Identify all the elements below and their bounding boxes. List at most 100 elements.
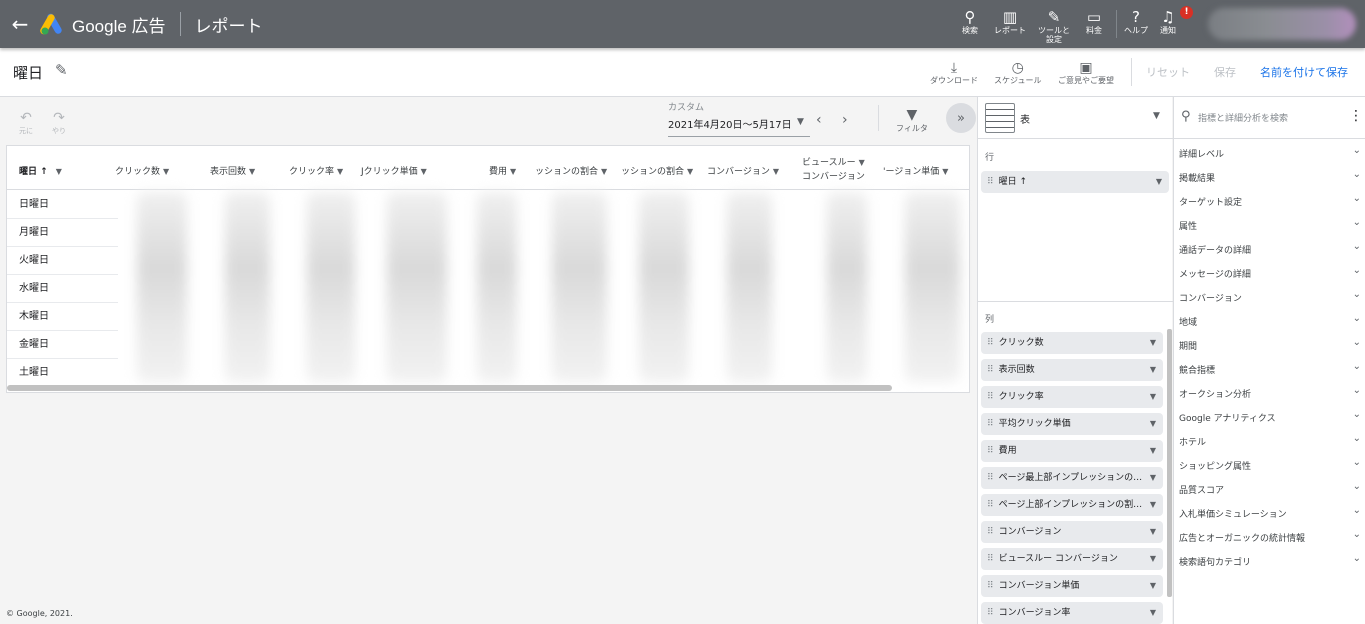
column-chip-label: ページ上部インプレッションの割… <box>998 500 1143 510</box>
drag-handle-icon[interactable]: ⠿ <box>987 392 994 402</box>
column-chip[interactable]: ⠿ コンバージョン ▼ <box>981 521 1163 543</box>
help-button[interactable]: ? ヘルプ <box>1121 0 1151 48</box>
drag-handle-icon[interactable]: ⠿ <box>987 527 994 537</box>
column-header-top-is[interactable]: ッションの割合 ▼ <box>621 164 693 177</box>
date-dropdown-caret-icon[interactable]: ▼ <box>797 117 804 127</box>
metrics-search-input[interactable]: 指標と詳細分析を検索 <box>1198 111 1288 124</box>
reset-button[interactable]: リセット <box>1146 64 1190 80</box>
metric-category[interactable]: 期間 ⌄ <box>1179 337 1361 352</box>
prev-period-chevron-icon[interactable]: ‹ <box>816 112 822 128</box>
filter-funnel-icon: ▼ <box>906 107 918 123</box>
column-header-day[interactable]: 曜日 ↑ ▼ <box>19 164 62 177</box>
metric-category[interactable]: 属性 ⌄ <box>1179 217 1361 232</box>
chevron-down-icon: ⌄ <box>1352 361 1361 372</box>
metric-category[interactable]: 地域 ⌄ <box>1179 313 1361 328</box>
metric-category[interactable]: 詳細レベル ⌄ <box>1179 145 1361 160</box>
notifications-button[interactable]: ♫ 通知 <box>1151 0 1185 48</box>
schedule-button[interactable]: ◷ スケジュール <box>994 60 1041 86</box>
column-header-ctr[interactable]: クリック率 ▼ <box>289 164 343 177</box>
metric-category[interactable]: ショッピング属性 ⌄ <box>1179 457 1361 472</box>
metric-category[interactable]: オークション分析 ⌄ <box>1179 385 1361 400</box>
vertical-scrollbar[interactable] <box>1167 329 1172 597</box>
feedback-button[interactable]: ▣ ご意見やご要望 <box>1058 60 1114 86</box>
column-header-avg-cpc[interactable]: Jクリック単価 ▼ <box>361 164 427 177</box>
column-header-conversions[interactable]: コンバージョン ▼ <box>707 164 779 177</box>
metric-category[interactable]: 品質スコア ⌄ <box>1179 481 1361 496</box>
column-chip[interactable]: ⠿ ページ上部インプレッションの割… ▼ <box>981 494 1163 516</box>
column-chip[interactable]: ⠿ クリック率 ▼ <box>981 386 1163 408</box>
column-chip[interactable]: ⠿ コンバージョン率 ▼ <box>981 602 1163 624</box>
tools-settings-button[interactable]: ✎ ツールと設定 <box>1032 0 1076 48</box>
search-tool-button[interactable]: ⚲ 検索 <box>952 0 988 48</box>
redacted-values <box>137 192 187 382</box>
caret-down-icon: ▼ <box>1149 527 1156 536</box>
redacted-values <box>905 192 960 382</box>
metric-category[interactable]: 競合指標 ⌄ <box>1179 361 1361 376</box>
more-vert-icon[interactable]: ⋮ <box>1349 108 1363 124</box>
metric-category[interactable]: 入札単価シミュレーション ⌄ <box>1179 505 1361 520</box>
column-chip[interactable]: ⠿ 平均クリック単価 ▼ <box>981 413 1163 435</box>
metric-category[interactable]: 検索語句カテゴリ ⌄ <box>1179 553 1361 568</box>
edit-pencil-icon[interactable]: ✎ <box>55 61 68 79</box>
expand-panel-button[interactable]: » <box>946 103 976 133</box>
metric-category[interactable]: 掲載結果 ⌄ <box>1179 169 1361 184</box>
sort-ascending-icon: ↑ <box>40 167 48 177</box>
account-avatar[interactable] <box>1208 8 1356 40</box>
column-header-impressions[interactable]: 表示回数 ▼ <box>210 164 255 177</box>
billing-tool-button[interactable]: ▭ 料金 <box>1076 0 1112 48</box>
undo-button[interactable]: ↶ 元に <box>19 110 33 136</box>
column-header-cost[interactable]: 費用 ▼ <box>489 164 516 177</box>
date-range-select[interactable]: カスタム 2021年4月20日～5月17日 <box>668 100 810 137</box>
metric-category-label: 属性 <box>1179 222 1198 232</box>
column-header-label: 表示回数 <box>210 167 247 177</box>
drag-handle-icon[interactable]: ⠿ <box>987 581 994 591</box>
metric-category[interactable]: ターゲット設定 ⌄ <box>1179 193 1361 208</box>
next-period-chevron-icon[interactable]: › <box>842 112 848 128</box>
redo-button[interactable]: ↷ やり <box>52 110 66 136</box>
tools-settings-label: ツールと設定 <box>1038 26 1070 44</box>
drag-handle-icon[interactable]: ⠿ <box>987 338 994 348</box>
save-button[interactable]: 保存 <box>1214 64 1236 80</box>
reports-tool-button[interactable]: ▥ レポート <box>988 0 1032 48</box>
save-as-button[interactable]: 名前を付けて保存 <box>1260 64 1348 80</box>
metric-category[interactable]: 広告とオーガニックの統計情報 ⌄ <box>1179 529 1361 544</box>
drag-handle-icon[interactable]: ⠿ <box>987 419 994 429</box>
metric-category[interactable]: コンバージョン ⌄ <box>1179 289 1361 304</box>
horizontal-scrollbar[interactable] <box>7 385 892 391</box>
chevron-down-icon: ⌄ <box>1352 505 1361 516</box>
drag-handle-icon[interactable]: ⠿ <box>987 177 994 187</box>
drag-handle-icon[interactable]: ⠿ <box>987 500 994 510</box>
column-chip-label: コンバージョン率 <box>998 608 1071 618</box>
column-chip[interactable]: ⠿ ページ最上部インプレッションの… ▼ <box>981 467 1163 489</box>
redo-icon: ↷ <box>53 110 65 126</box>
filter-button[interactable]: ▼ フィルタ <box>896 107 928 134</box>
column-header-label: クリック率 <box>289 167 335 177</box>
column-chip[interactable]: ⠿ 費用 ▼ <box>981 440 1163 462</box>
metric-category[interactable]: ホテル ⌄ <box>1179 433 1361 448</box>
column-header-clicks[interactable]: クリック数 ▼ <box>115 164 169 177</box>
metric-category[interactable]: Google アナリティクス ⌄ <box>1179 409 1361 424</box>
metric-category[interactable]: 通話データの詳細 ⌄ <box>1179 241 1361 256</box>
drag-handle-icon[interactable]: ⠿ <box>987 554 994 564</box>
row-chip-day[interactable]: ⠿ 曜日 ↑ ▼ <box>981 171 1169 193</box>
column-chip[interactable]: ⠿ 表示回数 ▼ <box>981 359 1163 381</box>
drag-handle-icon[interactable]: ⠿ <box>987 608 994 618</box>
drag-handle-icon[interactable]: ⠿ <box>987 473 994 483</box>
back-arrow-icon[interactable]: ← <box>0 0 40 48</box>
column-header-cost-per-conv[interactable]: 'ージョン単価 ▼ <box>883 164 948 177</box>
drag-handle-icon[interactable]: ⠿ <box>987 446 994 456</box>
column-chip[interactable]: ⠿ クリック数 ▼ <box>981 332 1163 354</box>
metric-category-label: 詳細レベル <box>1179 150 1225 160</box>
caret-down-icon: ▼ <box>1149 608 1156 617</box>
chevron-down-icon: ⌄ <box>1352 265 1361 276</box>
column-chip[interactable]: ⠿ コンバージョン単価 ▼ <box>981 575 1163 597</box>
visualization-select[interactable]: 表 ▼ <box>978 97 1173 139</box>
metric-category-label: 掲載結果 <box>1179 174 1216 184</box>
column-header-abs-top-is[interactable]: ッションの割合 ▼ <box>535 164 607 177</box>
metrics-search[interactable]: ⚲ 指標と詳細分析を検索 ⋮ <box>1174 97 1365 139</box>
drag-handle-icon[interactable]: ⠿ <box>987 365 994 375</box>
download-button[interactable]: ⤓ ダウンロード <box>930 60 978 86</box>
column-header-view-through[interactable]: ビュースルー ▼ コンバージョン <box>802 156 865 184</box>
metric-category[interactable]: メッセージの詳細 ⌄ <box>1179 265 1361 280</box>
column-chip[interactable]: ⠿ ビュースルー コンバージョン ▼ <box>981 548 1163 570</box>
